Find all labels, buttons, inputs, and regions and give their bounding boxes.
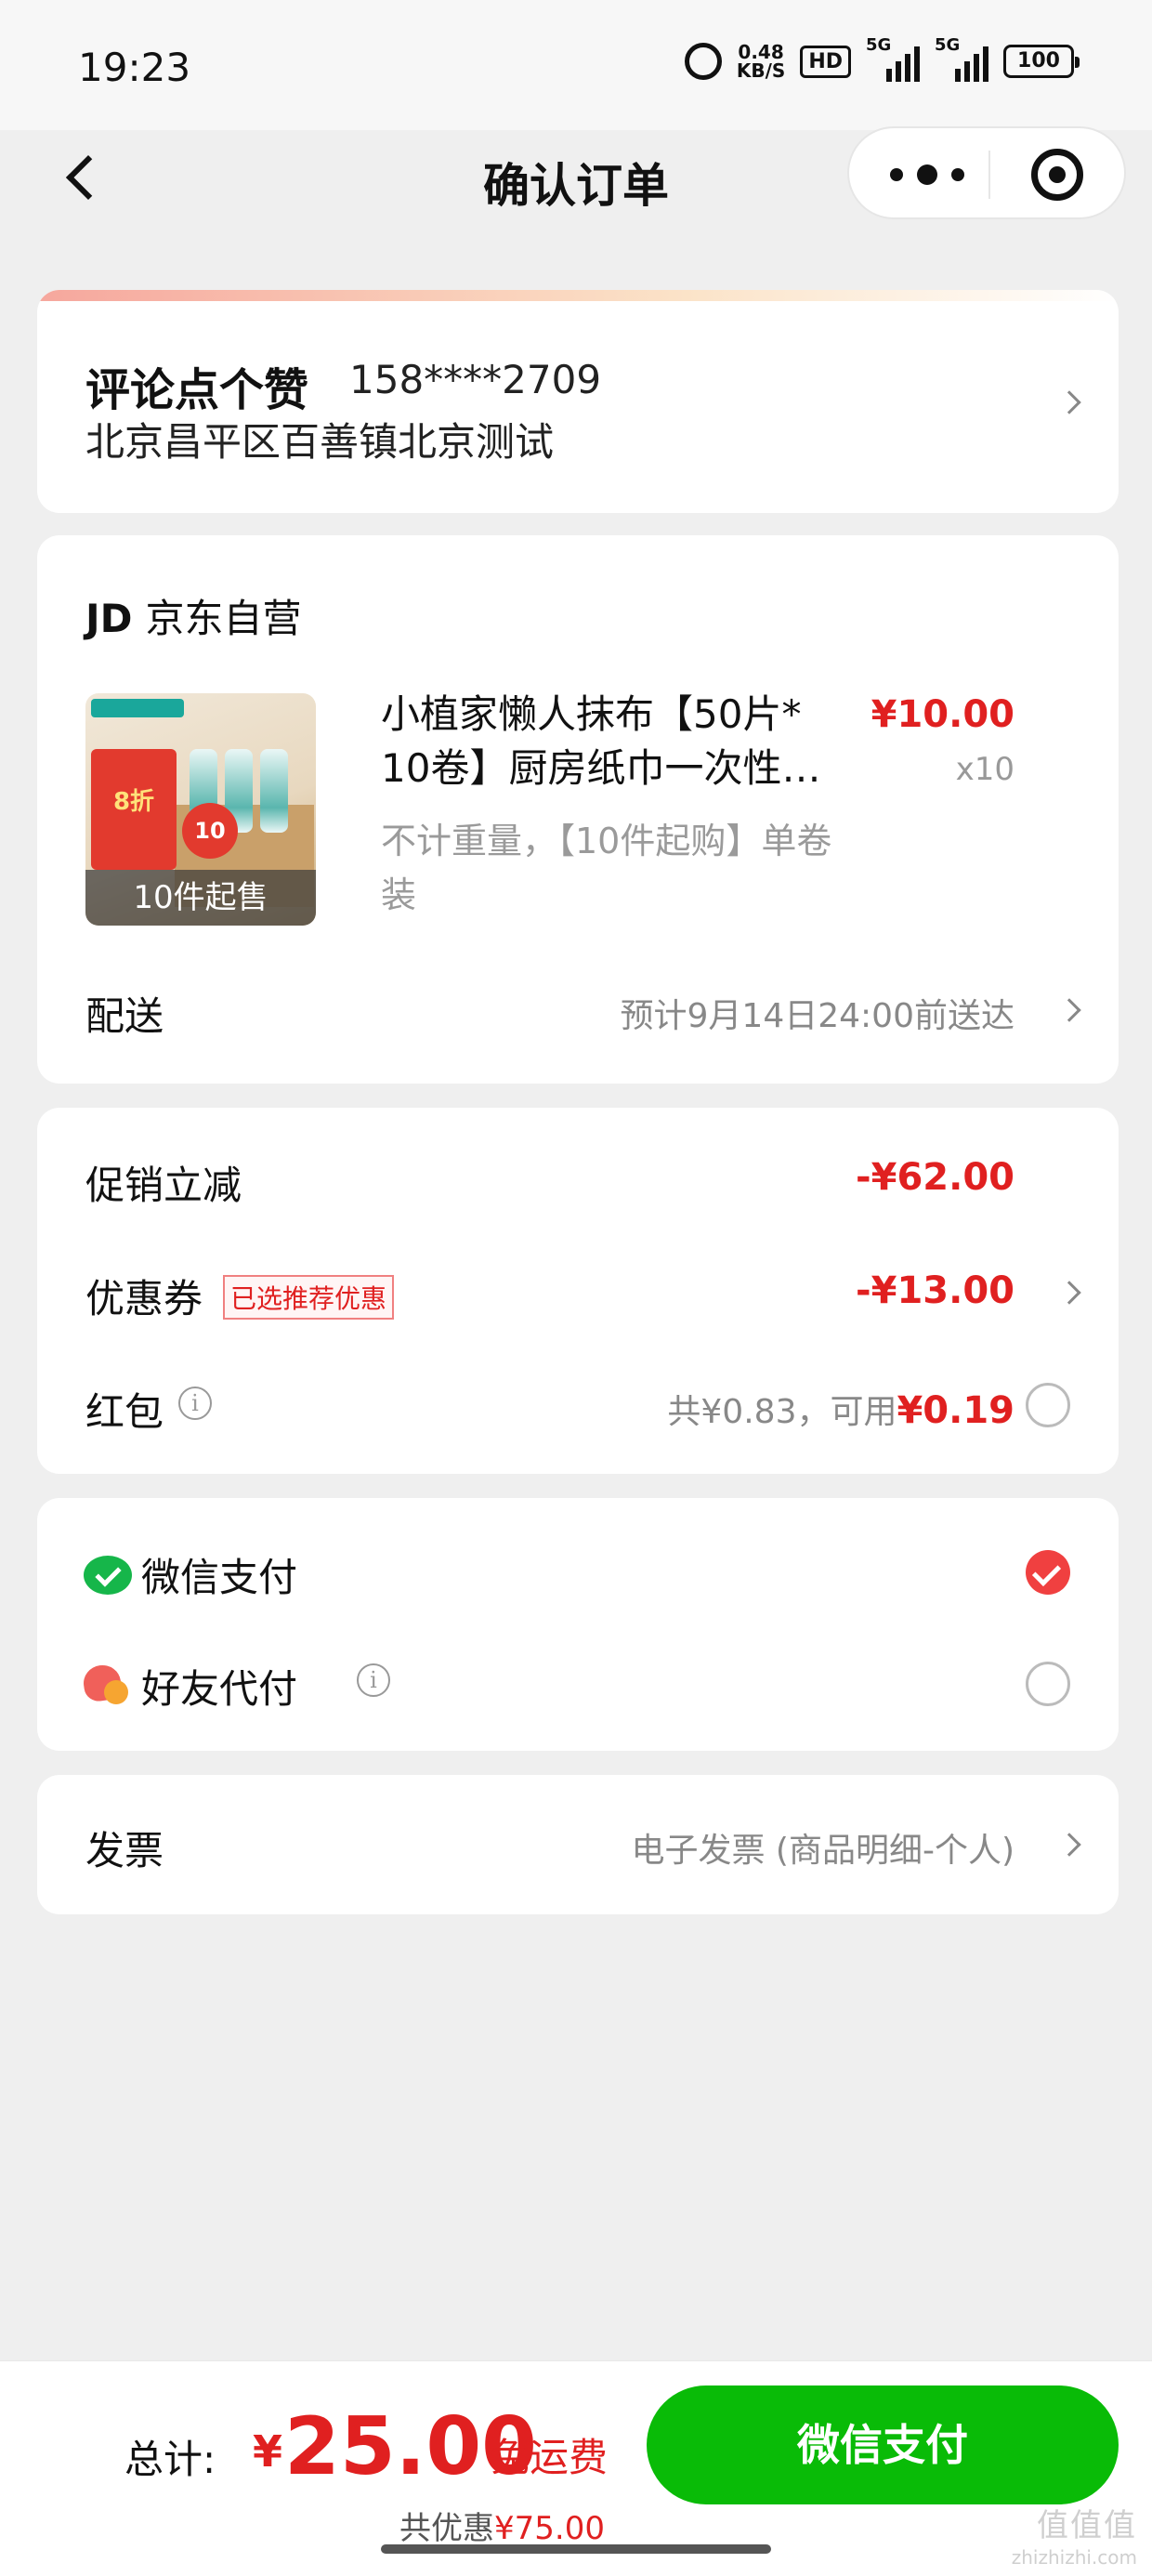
battery-icon: 100 <box>1003 45 1080 78</box>
shipping-label: 配送 <box>85 993 164 1039</box>
invoice-value: 电子发票 (商品明细-个人) <box>631 1832 1015 1870</box>
promo-amount: -¥62.00 <box>856 1156 1015 1199</box>
invoice-label: 发票 <box>85 1828 164 1873</box>
min-order-label: 10件起售 <box>85 870 316 926</box>
total-currency: ¥ <box>253 2426 283 2477</box>
shipping-eta[interactable]: 预计9月14日24:00前送达 <box>621 989 1015 1037</box>
hd-icon: HD <box>800 45 851 78</box>
brand-strip <box>91 699 184 717</box>
total-label: 总计: <box>124 2437 216 2482</box>
friend-pay-icon <box>84 1665 128 1706</box>
recipient-phone: 158****2709 <box>349 357 602 402</box>
status-icons: 0.48 KB/S HD 5G 5G 100 <box>684 35 1080 82</box>
info-icon[interactable]: i <box>178 1387 212 1420</box>
chevron-right-icon <box>1057 1833 1081 1857</box>
quantity-badge: 10 <box>182 803 238 859</box>
status-time: 19:23 <box>78 45 191 90</box>
chevron-right-icon <box>1057 390 1081 414</box>
signal-icon: 5G <box>866 35 920 82</box>
free-shipping-label: 免运费 <box>491 2435 609 2480</box>
address-accent-line <box>37 290 1119 301</box>
coupon-label: 优惠券 <box>85 1276 203 1321</box>
watermark: 值值值 <box>1037 2507 1137 2544</box>
friend-pay-label[interactable]: 好友代付 <box>141 1658 297 1715</box>
more-dots-icon[interactable] <box>890 164 964 186</box>
address-card[interactable]: 评论点个赞 158****2709 北京昌平区百善镇北京测试 <box>37 290 1119 513</box>
signal-icon: 5G <box>935 35 988 82</box>
target-icon[interactable] <box>1031 149 1083 201</box>
coupon-amount[interactable]: -¥13.00 <box>856 1269 1015 1312</box>
hongbao-label: 红包 <box>85 1389 164 1435</box>
hongbao-availability: 共¥0.83，可用¥0.19 <box>667 1389 1015 1432</box>
recipient-name: 评论点个赞 <box>85 364 309 416</box>
watermark-url: zhizhizhi.com <box>1011 2546 1137 2569</box>
total-savings: 共优惠¥75.00 <box>399 2510 605 2547</box>
discount-card: 促销立减 -¥62.00 优惠券 已选推荐优惠 -¥13.00 红包 i 共¥0… <box>37 1108 1119 1474</box>
invoice-card[interactable]: 发票 电子发票 (商品明细-个人) <box>37 1775 1119 1914</box>
mini-program-capsule <box>847 126 1126 219</box>
product-price: ¥10.00 <box>871 693 1015 736</box>
alarm-icon <box>684 43 722 80</box>
product-card: JD 京东自营 8折 10 10件起售 小植家懒人抹布【50片* 10卷】厨房纸巾… <box>37 535 1119 1084</box>
home-indicator[interactable] <box>381 2544 771 2554</box>
shop-name: JD 京东自营 <box>85 596 302 641</box>
chevron-right-icon <box>1057 998 1081 1022</box>
capsule-divider <box>988 151 990 199</box>
wechat-pay-icon <box>84 1556 132 1595</box>
wechat-pay-radio[interactable] <box>1026 1550 1070 1595</box>
info-icon[interactable]: i <box>357 1663 390 1697</box>
hongbao-radio[interactable] <box>1026 1383 1070 1427</box>
jd-logo: JD <box>85 596 133 641</box>
product-title[interactable]: 小植家懒人抹布【50片* 10卷】厨房纸巾一次性… <box>381 688 864 795</box>
wechat-pay-button[interactable]: 微信支付 <box>647 2385 1119 2504</box>
wechat-pay-label[interactable]: 微信支付 <box>141 1546 297 1603</box>
product-thumbnail[interactable]: 8折 10 10件起售 <box>85 693 316 926</box>
network-speed: 0.48 KB/S <box>736 41 786 82</box>
product-spec: 不计重量，【10件起购】单卷 装 <box>381 821 832 915</box>
coupon-tag: 已选推荐优惠 <box>223 1275 395 1320</box>
chevron-right-icon <box>1057 1281 1081 1305</box>
promo-label: 促销立减 <box>85 1163 242 1208</box>
product-quantity: x10 <box>955 751 1015 788</box>
promo-discount: 8折 <box>112 788 155 816</box>
recipient-address: 北京昌平区百善镇北京测试 <box>85 419 555 465</box>
friend-pay-radio[interactable] <box>1026 1662 1070 1706</box>
status-bar: 19:23 0.48 KB/S HD 5G 5G 100 <box>0 0 1152 130</box>
payment-method-card: 微信支付 好友代付 i <box>37 1498 1119 1751</box>
